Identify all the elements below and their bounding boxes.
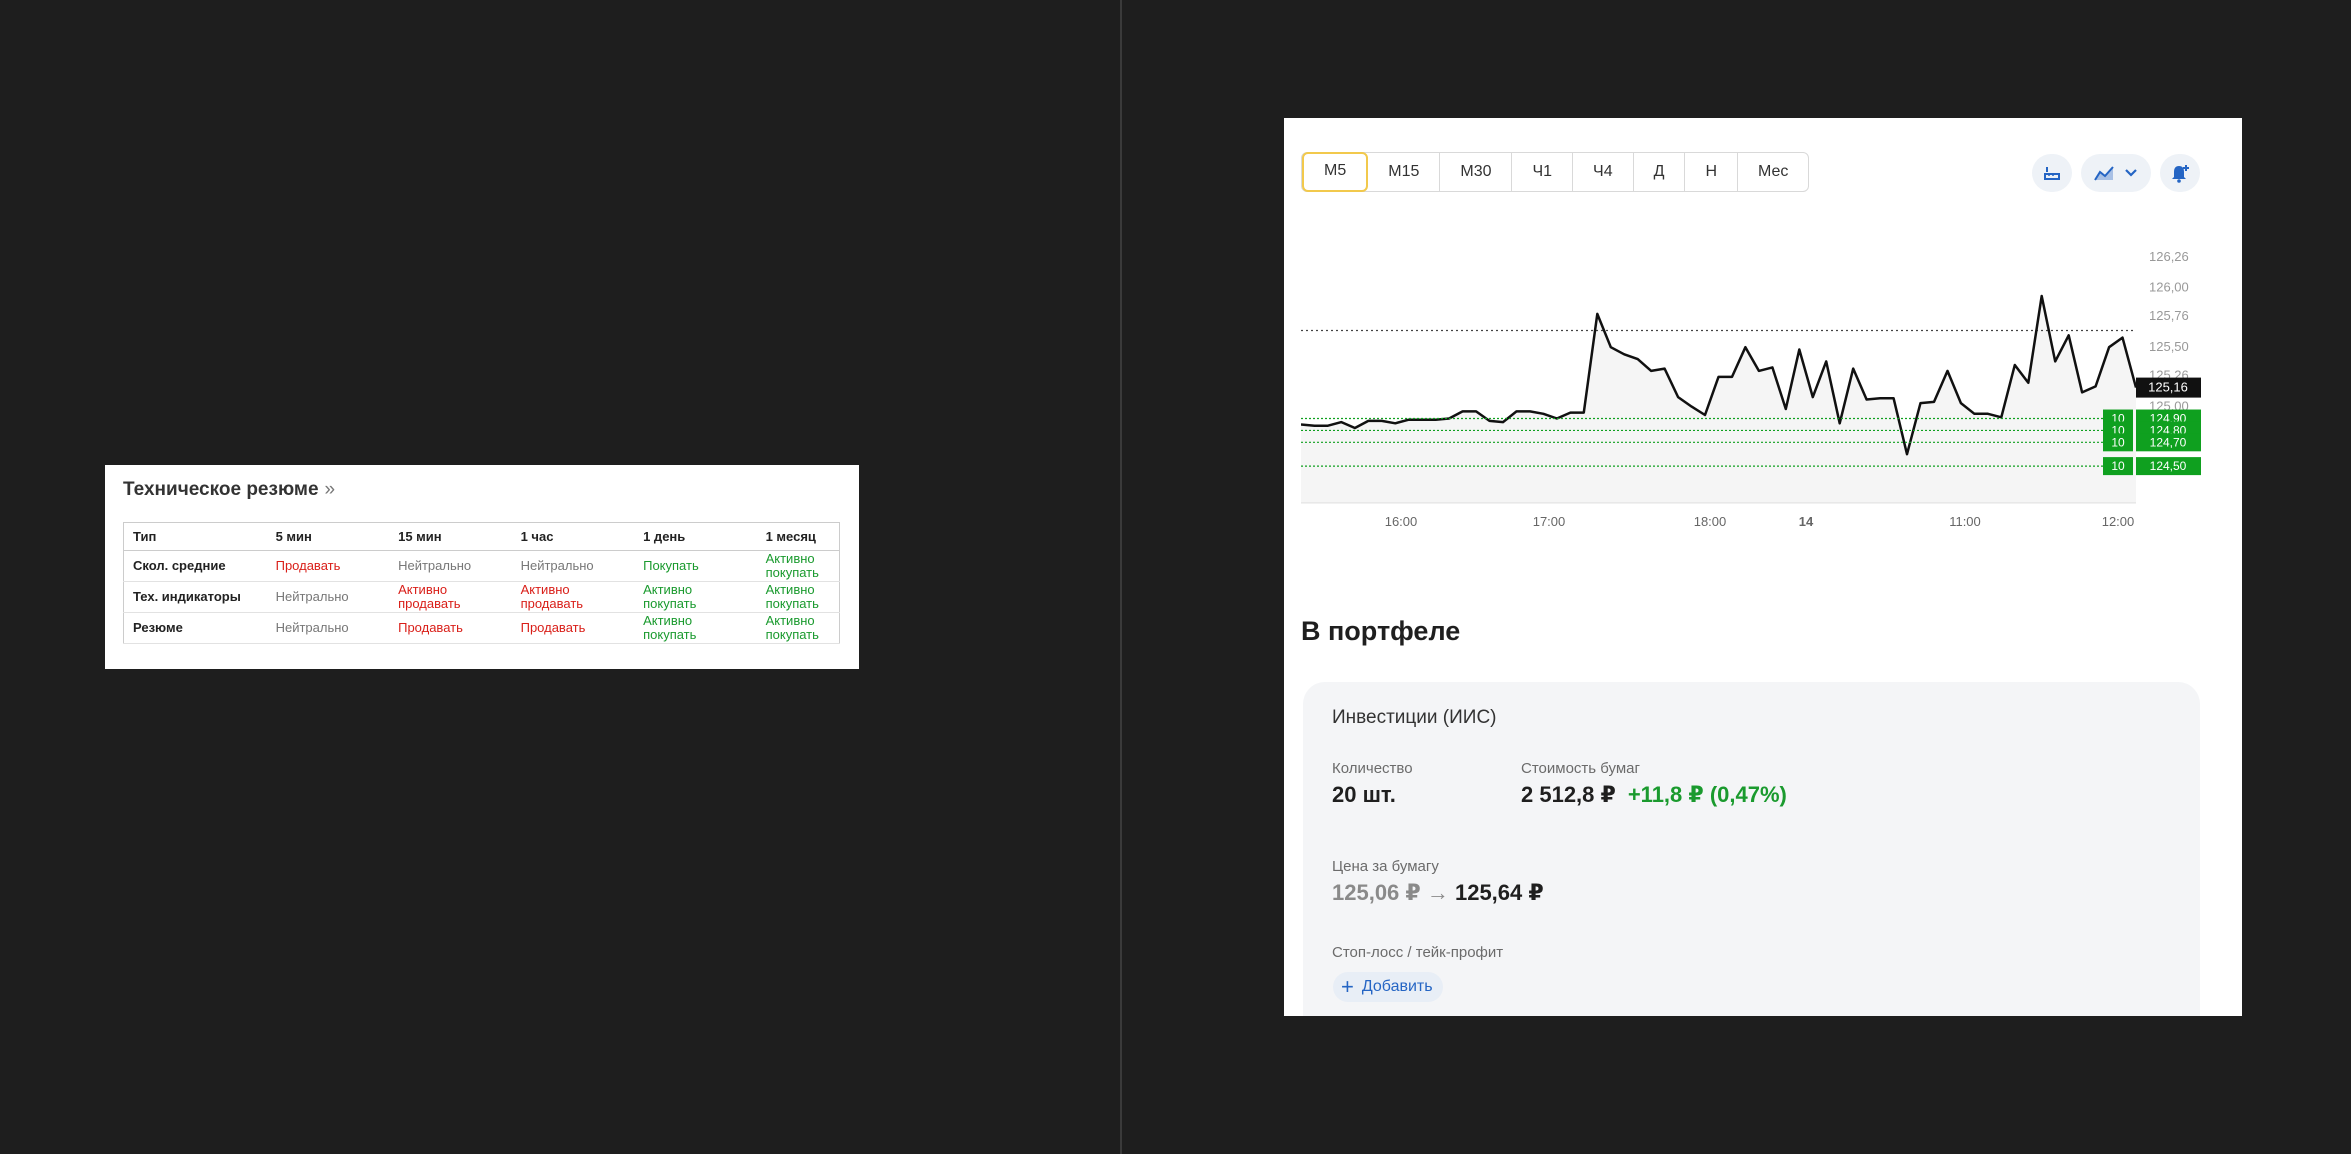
price-old: 125,06 ₽ xyxy=(1332,880,1421,905)
signal-cell: Нейтрально xyxy=(266,581,390,613)
bell-plus-icon xyxy=(2172,165,2189,183)
timeframe-week[interactable]: Н xyxy=(1685,153,1739,191)
timeframe-day[interactable]: Д xyxy=(1634,153,1686,191)
timeframe-h4[interactable]: Ч4 xyxy=(1573,153,1634,191)
signal-cell: Продавать xyxy=(389,612,512,644)
quantity-value: 20 шт. xyxy=(1332,782,1396,807)
cost-row: 2 512,8 ₽ +11,8 ₽ (0,47%) xyxy=(1521,782,1787,808)
price-chart[interactable]: 126,26126,00125,76125,50125,26125,00 16:… xyxy=(1301,198,2201,578)
row-type: Резюме xyxy=(123,612,267,644)
portfolio-heading: В портфеле xyxy=(1301,616,1461,646)
header-15min: 15 мин xyxy=(389,522,512,551)
order-price: 124,50 xyxy=(2150,459,2187,473)
signal-cell: Нейтрально xyxy=(266,612,390,644)
table-row: Скол. средние Продавать Нейтрально Нейтр… xyxy=(123,550,840,582)
header-type: Тип xyxy=(123,522,267,551)
row-type: Скол. средние xyxy=(123,550,267,582)
current-price-label: 125,16 xyxy=(2148,380,2188,395)
order-price: 124,70 xyxy=(2150,435,2187,449)
title-arrow-icon[interactable]: » xyxy=(325,479,336,500)
cost-value: 2 512,8 ₽ xyxy=(1521,782,1616,807)
price-label: Цена за бумагу xyxy=(1332,858,1439,875)
header-1day: 1 день xyxy=(634,522,757,551)
ruler-button[interactable] xyxy=(2032,154,2072,192)
technical-summary-title[interactable]: Техническое резюме » xyxy=(123,479,335,501)
signal-cell: Нейтрально xyxy=(511,550,635,582)
signal-cell: Активно продавать xyxy=(511,581,635,613)
time-axis: 16:00 17:00 18:00 14 11:00 12:00 xyxy=(1385,514,2135,529)
chart-type-button[interactable] xyxy=(2081,154,2151,192)
trading-panel: М5 М15 М30 Ч1 Ч4 Д Н Мес 126,26 126,00 1… xyxy=(1284,118,2242,1016)
y-tick-label: 125,50 xyxy=(2149,339,2189,354)
timeframe-selector: М5 М15 М30 Ч1 Ч4 Д Н Мес xyxy=(1301,152,1810,192)
x-tick-label: 11:00 xyxy=(1949,514,1981,529)
signal-cell: Активно покупать xyxy=(756,550,840,582)
x-tick-label: 12:00 xyxy=(2102,514,2135,529)
price-area-fill xyxy=(1301,296,2136,503)
order-qty: 10 xyxy=(2111,459,2125,473)
chevron-down-icon xyxy=(2125,169,2137,177)
add-alert-button[interactable] xyxy=(2160,154,2200,192)
signal-cell: Продавать xyxy=(266,550,390,582)
table-header-row: Тип 5 мин 15 мин 1 час 1 день 1 месяц xyxy=(123,522,840,551)
signal-cell: Активно покупать xyxy=(634,612,757,644)
header-1month: 1 месяц xyxy=(756,522,840,551)
y-tick-label: 126,26 xyxy=(2149,249,2189,264)
table-row: Тех. индикаторы Нейтрально Активно прода… xyxy=(123,581,840,613)
chart-type-icon xyxy=(2094,166,2114,181)
order-qty: 10 xyxy=(2111,435,2125,449)
technical-summary-panel: Техническое резюме » Тип 5 мин 15 мин 1 ч… xyxy=(105,465,859,669)
signal-cell: Активно покупать xyxy=(756,581,840,613)
price-new: 125,64 ₽ xyxy=(1454,880,1544,905)
x-tick-label: 17:00 xyxy=(1533,514,1566,529)
plus-icon: + xyxy=(1341,974,1354,999)
timeframe-m30[interactable]: М30 xyxy=(1440,153,1513,191)
signal-cell: Активно покупать xyxy=(634,581,757,613)
add-stop-loss-button[interactable]: + Добавить xyxy=(1333,972,1443,1002)
stop-loss-label: Стоп-лосс / тейк-профит xyxy=(1332,944,1504,961)
technical-summary-title-text[interactable]: Техническое резюме xyxy=(123,479,319,500)
header-5min: 5 мин xyxy=(266,522,390,551)
x-tick-label: 18:00 xyxy=(1694,514,1727,529)
technical-summary-table: Тип 5 мин 15 мин 1 час 1 день 1 месяц Ск… xyxy=(123,522,840,644)
arrow-right-icon: → xyxy=(1426,880,1449,905)
timeframe-m5[interactable]: М5 xyxy=(1302,152,1369,192)
signal-cell: Покупать xyxy=(634,550,757,582)
signal-cell: Активно покупать xyxy=(756,612,840,644)
signal-cell: Активно продавать xyxy=(389,581,512,613)
account-name: Инвестиции (ИИС) xyxy=(1332,707,1497,728)
x-tick-label: 14 xyxy=(1799,514,1814,529)
row-type: Тех. индикаторы xyxy=(123,581,267,613)
timeframe-month[interactable]: Мес xyxy=(1738,153,1808,191)
portfolio-card: Инвестиции (ИИС) Количество 20 шт. Стоим… xyxy=(1303,682,2200,1016)
ruler-icon xyxy=(2044,167,2060,180)
y-tick-label: 126,00 xyxy=(2149,280,2189,295)
window-divider xyxy=(1120,0,1122,1154)
timeframe-h1[interactable]: Ч1 xyxy=(1512,153,1574,191)
timeframe-m15[interactable]: М15 xyxy=(1368,153,1441,191)
cost-label: Стоимость бумаг xyxy=(1521,760,1640,777)
cost-change: +11,8 ₽ (0,47%) xyxy=(1627,782,1787,807)
quantity-label: Количество xyxy=(1332,760,1413,777)
current-price-marker: 125,16 xyxy=(2136,377,2201,398)
table-row: Резюме Нейтрально Продавать Продавать Ак… xyxy=(123,612,840,644)
x-tick-label: 16:00 xyxy=(1385,514,1418,529)
y-tick-label: 125,76 xyxy=(2149,308,2189,323)
add-button-label: Добавить xyxy=(1361,978,1433,995)
price-row: 125,06 ₽ → 125,64 ₽ xyxy=(1332,880,1544,906)
header-1hour: 1 час xyxy=(511,522,635,551)
signal-cell: Продавать xyxy=(511,612,635,644)
signal-cell: Нейтрально xyxy=(389,550,512,582)
